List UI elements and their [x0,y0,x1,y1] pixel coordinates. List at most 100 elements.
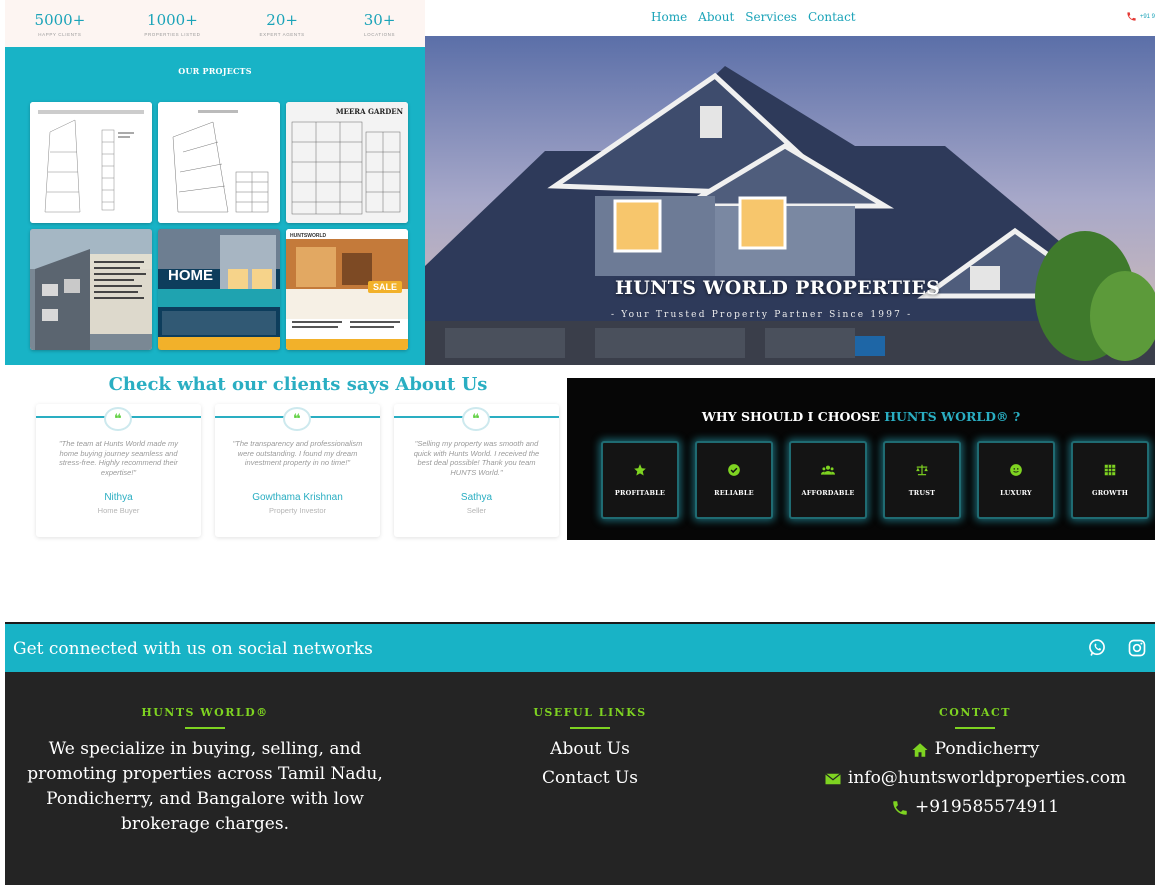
footer-heading-underline [570,727,610,729]
stat-value: 30+ [363,10,396,29]
nav-link-services[interactable]: Services [745,10,797,24]
stat-label: LOCATIONS [364,31,396,37]
building-photo [30,229,152,350]
quote-icon: ❝ [283,407,311,431]
footer-links: USEFUL LINKS About Us Contact Us [490,706,690,793]
footer-contact-heading: CONTACT [939,706,1011,719]
balance-scale-icon [916,464,928,476]
instagram-icon[interactable] [1127,638,1147,658]
users-icon [821,465,835,475]
testimonial-role: Seller [466,506,487,515]
quote-icon: ❝ [462,407,490,431]
hero-title: HUNTS WORLD PROPERTIES [615,277,941,299]
nav-phone-text: +91 9 [1139,13,1155,20]
why-title-prefix: WHY SHOULD I CHOOSE [701,409,880,424]
footer-heading-underline [185,727,225,729]
grid-icon [1104,464,1116,476]
project-card-brand: HUNTSWORLD [290,233,327,239]
why-choose-items: PROFITABLE RELIABLE AFFORDABLE TRUST LUX… [601,441,1149,519]
stat-properties-listed: 1000+ PROPERTIES LISTED [144,11,200,37]
why-item-label: RELIABLE [714,489,754,497]
footer-about-line: Pondicherry, and Bangalore with low [46,789,364,809]
testimonial-name: Sathya [460,492,493,503]
project-card-meera-garden[interactable]: MEERA GARDEN [286,102,408,223]
project-card-heading: HOME [168,267,213,284]
testimonial-card: ❝ "The team at Hunts World made my home … [36,404,201,537]
stat-happy-clients: 5000+ HAPPY CLIENTS [35,11,86,37]
nav-link-home[interactable]: Home [651,10,687,24]
testimonials-row: ❝ "The team at Hunts World made my home … [36,404,559,537]
footer-heading-underline [955,727,995,729]
footer-about: HUNTS WORLD® We specialize in buying, se… [25,706,385,837]
footer-about-heading: HUNTS WORLD® [141,706,269,719]
why-item-affordable: AFFORDABLE [789,441,867,519]
footer-phone-text: +919585574911 [914,797,1060,817]
project-card-photo[interactable] [30,229,152,350]
testimonial-name: Gowthama Krishnan [252,492,343,503]
footer-about-line: promoting properties across Tamil Nadu, [27,764,383,784]
projects-grid: MEERA GARDEN HOME HUNTSWORLD SALE [30,102,409,350]
social-text: Get connected with us on social networks [13,639,373,659]
why-item-label: LUXURY [1000,489,1032,497]
nav-link-about[interactable]: About [698,10,734,24]
stat-label: HAPPY CLIENTS [38,31,82,37]
project-card-huntsworld-sale[interactable]: HUNTSWORLD SALE [286,229,408,350]
footer-email-text: info@huntsworldproperties.com [847,768,1127,788]
envelope-icon [825,772,841,784]
nav-link-contact[interactable]: Contact [808,10,856,24]
why-item-label: TRUST [908,489,936,497]
stat-value: 5000+ [34,10,86,29]
smile-icon [1010,464,1022,476]
footer-contact-email[interactable]: info@huntsworldproperties.com [805,764,1145,793]
footer-links-heading: USEFUL LINKS [533,706,647,719]
footer-contact: CONTACT Pondicherry info@huntsworldprope… [805,706,1145,822]
nav-phone[interactable]: +91 9 [1126,11,1155,22]
nav-links: Home About Services Contact [651,10,856,24]
footer-link-contact[interactable]: Contact Us [490,764,690,793]
footer: HUNTS WORLD® We specialize in buying, se… [5,672,1155,885]
projects-section: OUR PROJECTS MEERA GARDEN HOME HUNTSWORL… [5,47,425,365]
stat-locations: 30+ LOCATIONS [364,11,396,37]
top-nav: Home About Services Contact +91 9 [425,0,1155,36]
why-item-luxury: LUXURY [977,441,1055,519]
project-card-layout-2[interactable] [158,102,280,223]
testimonial-role: Property Investor [268,506,327,515]
phone-icon [893,800,907,815]
why-item-profitable: PROFITABLE [601,441,679,519]
why-choose-section: WHY SHOULD I CHOOSE HUNTS WORLD® ? PROFI… [567,378,1155,540]
why-item-label: AFFORDABLE [801,489,855,497]
social-bar: Get connected with us on social networks [5,622,1155,672]
layout-plan-image [286,102,408,223]
layout-plan-image [30,102,152,223]
footer-contact-phone[interactable]: +919585574911 [805,793,1145,822]
project-card-badge: SALE [367,281,402,293]
hero-banner: HUNTS WORLD PROPERTIES - Your Trusted Pr… [425,36,1155,365]
quote-icon: ❝ [104,407,132,431]
footer-link-about[interactable]: About Us [490,735,690,764]
sale-flyer-image [158,229,280,350]
footer-contact-address: Pondicherry [805,735,1145,764]
testimonial-card: ❝ "The transparency and professionalism … [215,404,380,537]
phone-icon [1127,12,1136,21]
footer-about-line: We specialize in buying, selling, and [48,739,362,759]
project-card-layout-1[interactable] [30,102,152,223]
stat-value: 20+ [266,10,298,29]
why-item-growth: GROWTH [1071,441,1149,519]
stat-label: EXPERT AGENTS [259,31,305,37]
stat-value: 1000+ [147,10,198,29]
testimonial-text: "Selling my property was smooth and quic… [413,439,540,477]
project-card-label: MEERA GARDEN [335,107,403,116]
project-card-home-sale[interactable]: HOME [158,229,280,350]
testimonial-text: "The team at Hunts World made my home bu… [59,439,178,477]
testimonial-name: Nithya [104,492,133,503]
testimonial-card: ❝ "Selling my property was smooth and qu… [394,404,559,537]
social-icons [1087,638,1147,658]
why-item-trust: TRUST [883,441,961,519]
footer-address-text: Pondicherry [934,739,1040,759]
whatsapp-icon[interactable] [1087,638,1107,658]
stat-expert-agents: 20+ EXPERT AGENTS [260,11,305,37]
why-item-label: GROWTH [1091,489,1129,497]
check-circle-icon [728,464,740,476]
star-icon [634,464,646,476]
why-item-reliable: RELIABLE [695,441,773,519]
